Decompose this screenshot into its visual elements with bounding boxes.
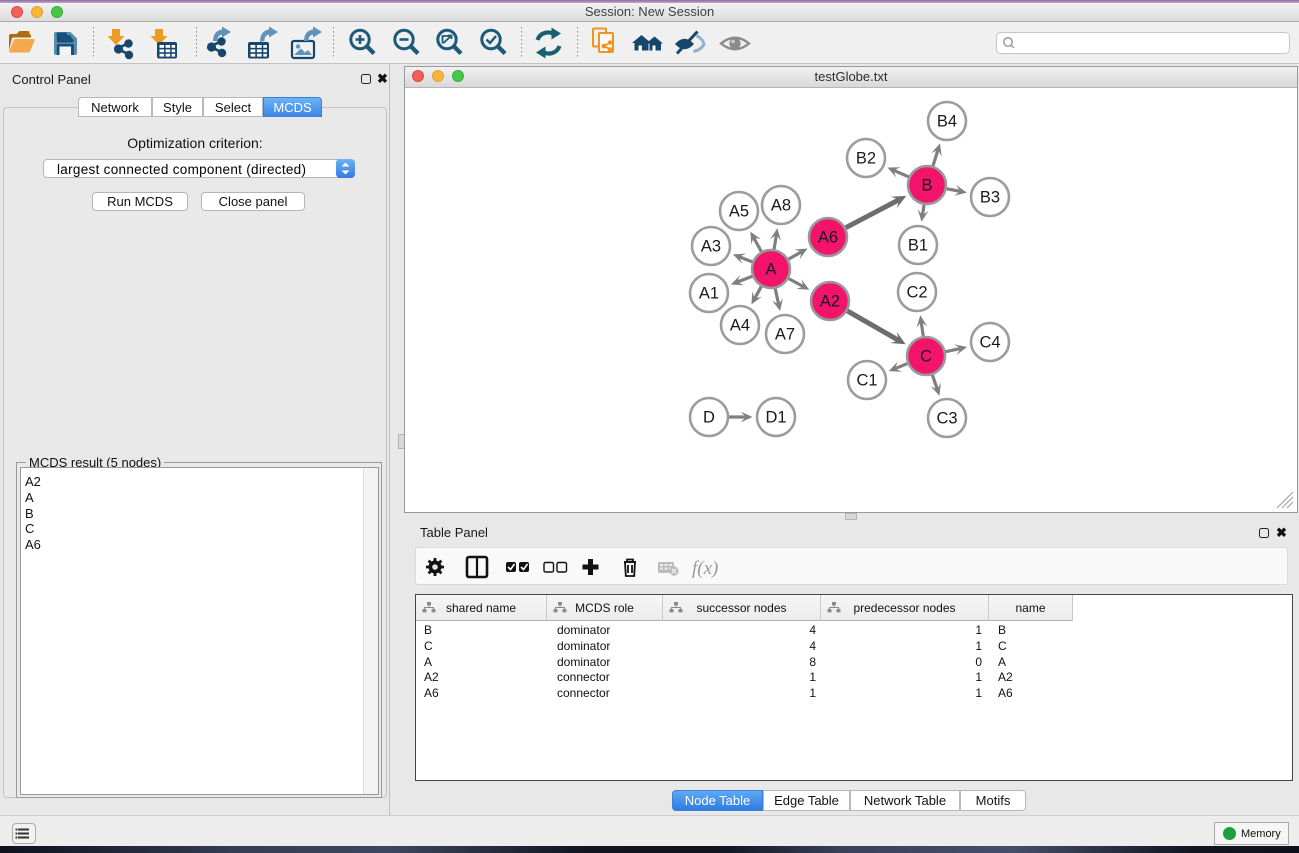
svg-text:B: B bbox=[921, 177, 932, 195]
svg-text:B3: B3 bbox=[980, 189, 1000, 207]
svg-text:A2: A2 bbox=[820, 293, 840, 311]
svg-text:A7: A7 bbox=[775, 326, 795, 344]
svg-text:C4: C4 bbox=[979, 334, 1000, 352]
svg-text:D: D bbox=[703, 409, 715, 427]
svg-text:B1: B1 bbox=[908, 237, 928, 255]
svg-text:C1: C1 bbox=[856, 372, 877, 390]
svg-text:B2: B2 bbox=[856, 150, 876, 168]
svg-text:D1: D1 bbox=[765, 409, 786, 427]
svg-text:A4: A4 bbox=[730, 317, 750, 335]
svg-text:B4: B4 bbox=[937, 113, 957, 131]
svg-text:A1: A1 bbox=[699, 285, 719, 303]
svg-text:C3: C3 bbox=[936, 410, 957, 428]
svg-text:f(x): f(x) bbox=[692, 558, 718, 579]
svg-text:A8: A8 bbox=[771, 197, 791, 215]
svg-text:A: A bbox=[765, 261, 776, 279]
svg-text:C2: C2 bbox=[906, 284, 927, 302]
svg-text:A3: A3 bbox=[701, 238, 721, 256]
svg-text:C: C bbox=[920, 348, 932, 366]
svg-text:A5: A5 bbox=[729, 203, 749, 221]
svg-text:A6: A6 bbox=[818, 229, 838, 247]
